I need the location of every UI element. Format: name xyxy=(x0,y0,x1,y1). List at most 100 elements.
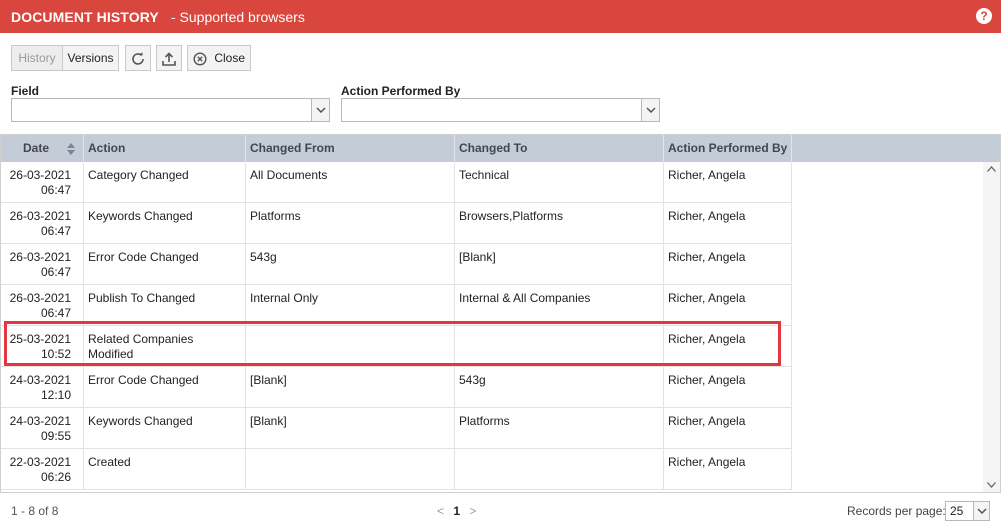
cell-date-day: 26-03-2021 xyxy=(9,168,71,182)
chevron-down-icon[interactable] xyxy=(311,99,329,121)
close-button[interactable]: Close xyxy=(187,45,251,71)
field-filter-select[interactable] xyxy=(11,98,330,122)
dialog-title: DOCUMENT HISTORY xyxy=(11,9,159,25)
cell-date: 22-03-2021 06:26 xyxy=(1,449,84,490)
cell-date-day: 26-03-2021 xyxy=(9,209,71,223)
table-row[interactable]: 24-03-2021 12:10 Error Code Changed [Blank]… xyxy=(1,367,792,408)
column-header-performed-by[interactable]: Action Performed By xyxy=(664,135,792,162)
cell-by: Richer, Angela xyxy=(664,326,792,367)
cell-action: Keywords Changed xyxy=(84,408,246,449)
vertical-scrollbar[interactable] xyxy=(983,162,1000,492)
cell-action: Created xyxy=(84,449,246,490)
cell-date: 26-03-2021 06:47 xyxy=(1,244,84,285)
dialog-subtitle: - Supported browsers xyxy=(171,9,305,25)
cell-by: Richer, Angela xyxy=(664,285,792,326)
cell-date-day: 24-03-2021 xyxy=(9,373,71,387)
history-tab-button[interactable]: History xyxy=(11,45,63,71)
table-row[interactable]: 26-03-2021 06:47 Category Changed All Docum… xyxy=(1,162,792,203)
upload-tray-icon xyxy=(162,52,176,66)
column-header-changed-from[interactable]: Changed From xyxy=(246,135,455,162)
grid-footer: 1 - 8 of 8 < 1 > Records per page: 25 xyxy=(0,494,1001,524)
current-page[interactable]: 1 xyxy=(453,504,460,518)
table-row[interactable]: 26-03-2021 06:47 Error Code Changed 543g [Bl… xyxy=(1,244,792,285)
cell-from: All Documents xyxy=(246,162,455,203)
cell-to: [Blank] xyxy=(455,244,664,285)
scroll-up-icon[interactable] xyxy=(987,166,996,172)
cell-to: 543g xyxy=(455,367,664,408)
next-page-button[interactable]: > xyxy=(469,504,476,518)
cell-date-time: 06:47 xyxy=(40,183,71,197)
cell-to: Internal & All Companies xyxy=(455,285,664,326)
cell-date-time: 06:47 xyxy=(40,224,71,238)
cell-action: Publish To Changed xyxy=(84,285,246,326)
refresh-button[interactable] xyxy=(125,45,151,71)
cell-date-day: 26-03-2021 xyxy=(9,291,71,305)
cell-date-day: 22-03-2021 xyxy=(9,455,71,469)
cell-from xyxy=(246,449,455,490)
scroll-down-icon[interactable] xyxy=(987,482,996,488)
cell-date-day: 24-03-2021 xyxy=(9,414,71,428)
table-row[interactable]: 24-03-2021 09:55 Keywords Changed [Blank] Pl… xyxy=(1,408,792,449)
chevron-down-icon[interactable] xyxy=(641,99,659,121)
table-row[interactable]: 26-03-2021 06:47 Keywords Changed Platforms… xyxy=(1,203,792,244)
cell-date-time: 12:10 xyxy=(40,388,71,402)
cell-date: 26-03-2021 06:47 xyxy=(1,162,84,203)
table-row[interactable]: 25-03-2021 10:52 Related Companies Modifie… xyxy=(1,326,792,367)
pager: < 1 > xyxy=(437,504,476,518)
record-count: 1 - 8 of 8 xyxy=(11,504,59,518)
cell-action: Related Companies Modified xyxy=(84,326,246,367)
field-filter-label: Field xyxy=(11,84,40,98)
column-header-action[interactable]: Action xyxy=(84,135,246,162)
cell-action: Keywords Changed xyxy=(84,203,246,244)
cell-date-day: 26-03-2021 xyxy=(9,250,71,264)
column-header-changed-to[interactable]: Changed To xyxy=(455,135,664,162)
column-header-date[interactable]: Date xyxy=(1,135,84,162)
cell-to xyxy=(455,326,664,367)
grid-body: 26-03-2021 06:47 Category Changed All Docum… xyxy=(1,162,1000,492)
cell-from: Internal Only xyxy=(246,285,455,326)
cell-by: Richer, Angela xyxy=(664,162,792,203)
cell-date-time: 06:47 xyxy=(40,265,71,279)
records-per-page-value: 25 xyxy=(950,504,964,518)
export-button[interactable] xyxy=(156,45,182,71)
cell-date-time: 10:52 xyxy=(40,347,71,361)
title-bar: DOCUMENT HISTORY - Supported browsers ? xyxy=(0,0,1001,33)
records-per-page-label: Records per page: xyxy=(847,504,946,518)
performer-filter-select[interactable] xyxy=(341,98,660,122)
table-row[interactable]: 22-03-2021 06:26 Created Richer, Angela xyxy=(1,449,792,490)
records-per-page-select[interactable]: 25 xyxy=(945,501,990,521)
cell-date: 26-03-2021 06:47 xyxy=(1,203,84,244)
refresh-icon xyxy=(132,52,144,65)
close-circle-icon xyxy=(193,52,207,66)
cell-to: Technical xyxy=(455,162,664,203)
versions-tab-button[interactable]: Versions xyxy=(62,45,119,71)
cell-from: [Blank] xyxy=(246,408,455,449)
cell-by: Richer, Angela xyxy=(664,449,792,490)
cell-by: Richer, Angela xyxy=(664,367,792,408)
cell-date: 25-03-2021 10:52 xyxy=(1,326,84,367)
cell-to: Browsers,Platforms xyxy=(455,203,664,244)
sort-icon[interactable] xyxy=(66,142,76,156)
history-grid: Date Action Changed From Changed To Acti… xyxy=(0,134,1001,493)
cell-from: [Blank] xyxy=(246,367,455,408)
cell-from: Platforms xyxy=(246,203,455,244)
chevron-down-icon[interactable] xyxy=(973,502,989,520)
cell-to xyxy=(455,449,664,490)
cell-date-time: 06:26 xyxy=(40,470,71,484)
prev-page-button[interactable]: < xyxy=(437,504,444,518)
column-header-date-label: Date xyxy=(23,141,50,155)
cell-action: Category Changed xyxy=(84,162,246,203)
close-button-label: Close xyxy=(214,51,246,65)
cell-from: 543g xyxy=(246,244,455,285)
help-icon[interactable]: ? xyxy=(976,8,992,24)
cell-date-time: 09:55 xyxy=(40,429,71,443)
cell-action: Error Code Changed xyxy=(84,367,246,408)
cell-date: 24-03-2021 09:55 xyxy=(1,408,84,449)
cell-by: Richer, Angela xyxy=(664,244,792,285)
cell-date: 26-03-2021 06:47 xyxy=(1,285,84,326)
cell-date-day: 25-03-2021 xyxy=(9,332,71,346)
table-row[interactable]: 26-03-2021 06:47 Publish To Changed Interna… xyxy=(1,285,792,326)
performer-filter-label: Action Performed By xyxy=(341,84,461,98)
cell-to: Platforms xyxy=(455,408,664,449)
cell-date-time: 06:47 xyxy=(40,306,71,320)
